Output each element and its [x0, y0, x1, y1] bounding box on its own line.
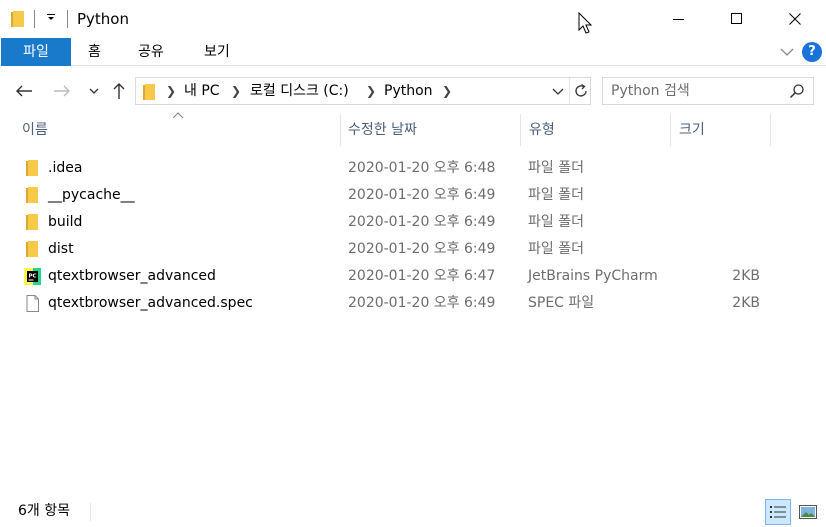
- status-bar: 6개 항목: [0, 497, 826, 527]
- breadcrumb-chevron-icon[interactable]: ❯: [166, 82, 176, 100]
- up-arrow-icon: [113, 83, 125, 99]
- window-title: Python: [77, 10, 129, 28]
- file-date: 2020-01-20 오후 6:49: [348, 214, 496, 230]
- file-row[interactable]: .idea 2020-01-20 오후 6:48 파일 폴더: [18, 155, 770, 182]
- folder-icon: [26, 214, 38, 230]
- status-separator: [90, 503, 91, 521]
- help-icon[interactable]: ?: [802, 42, 822, 62]
- titlebar-separator: [67, 10, 68, 28]
- tab-share[interactable]: 공유: [138, 38, 164, 66]
- title-bar[interactable]: Python: [0, 0, 826, 38]
- breadcrumb-chevron-icon[interactable]: ❯: [366, 82, 376, 100]
- search-icon[interactable]: [789, 83, 805, 99]
- file-date: 2020-01-20 오후 6:49: [348, 241, 496, 257]
- folder-icon: [26, 160, 38, 176]
- ribbon-expand-icon[interactable]: [779, 44, 795, 60]
- file-date: 2020-01-20 오후 6:49: [348, 295, 496, 311]
- maximize-button[interactable]: [708, 0, 766, 38]
- file-name: dist: [48, 241, 74, 257]
- minimize-button[interactable]: [650, 0, 708, 38]
- file-date: 2020-01-20 오후 6:48: [348, 160, 496, 176]
- back-button[interactable]: [14, 80, 34, 102]
- file-row[interactable]: __pycache__ 2020-01-20 오후 6:49 파일 폴더: [18, 182, 770, 209]
- file-name: build: [48, 214, 83, 230]
- address-separator: [569, 78, 570, 104]
- breadcrumb-chevron-icon[interactable]: ❯: [442, 82, 452, 100]
- maximize-icon: [731, 13, 742, 24]
- back-arrow-icon: [16, 85, 32, 97]
- tab-view[interactable]: 보기: [204, 38, 230, 66]
- file-name: qtextbrowser_advanced: [48, 268, 216, 284]
- close-button[interactable]: [766, 0, 824, 38]
- file-size: 2KB: [732, 295, 760, 311]
- sort-ascending-icon: [172, 112, 184, 119]
- file-type: 파일 폴더: [528, 187, 584, 203]
- large-icons-view-button[interactable]: [795, 499, 821, 525]
- file-date: 2020-01-20 오후 6:49: [348, 187, 496, 203]
- breadcrumb-local-disk[interactable]: 로컬 디스크 (C:): [250, 82, 349, 100]
- file-type: 파일 폴더: [528, 241, 584, 257]
- column-divider[interactable]: [770, 114, 771, 146]
- tab-home[interactable]: 홈: [88, 38, 101, 66]
- breadcrumb-this-pc[interactable]: 내 PC: [184, 82, 220, 100]
- breadcrumb-python[interactable]: Python: [384, 82, 433, 100]
- recent-locations-button[interactable]: [84, 80, 104, 102]
- details-view-button[interactable]: [765, 499, 791, 525]
- file-type: 파일 폴더: [528, 160, 584, 176]
- refresh-icon[interactable]: [572, 82, 590, 100]
- column-divider[interactable]: [340, 114, 341, 146]
- column-divider[interactable]: [520, 114, 521, 146]
- ribbon-tabs: 파일 홈 공유 보기 ?: [0, 38, 826, 66]
- file-row[interactable]: dist 2020-01-20 오후 6:49 파일 폴더: [18, 236, 770, 263]
- breadcrumb-chevron-icon[interactable]: ❯: [231, 82, 241, 100]
- file-icon: [26, 295, 39, 312]
- navigation-bar: ❯ 내 PC ❯ 로컬 디스크 (C:) ❯ Python ❯: [0, 68, 826, 114]
- folder-icon: [11, 11, 24, 27]
- svg-text:PC: PC: [29, 274, 37, 280]
- column-divider[interactable]: [670, 114, 671, 146]
- mouse-cursor-icon: [578, 12, 593, 34]
- address-bar[interactable]: ❯ 내 PC ❯ 로컬 디스크 (C:) ❯ Python ❯: [135, 77, 591, 105]
- file-name: __pycache__: [48, 187, 135, 203]
- column-header-name[interactable]: 이름: [22, 112, 48, 148]
- details-view-icon: [770, 506, 786, 518]
- pycharm-icon: PC: [24, 268, 41, 285]
- forward-arrow-icon: [54, 85, 70, 97]
- close-icon: [789, 13, 801, 25]
- file-type: JetBrains PyCharm: [528, 268, 658, 284]
- titlebar-separator: [34, 10, 35, 28]
- column-header-type[interactable]: 유형: [529, 112, 555, 148]
- item-count: 6개 항목: [18, 503, 70, 519]
- folder-icon: [26, 187, 38, 203]
- file-row[interactable]: PC qtextbrowser_advanced 2020-01-20 오후 6…: [18, 263, 770, 290]
- search-input[interactable]: [611, 82, 781, 100]
- up-button[interactable]: [109, 80, 129, 102]
- address-dropdown-icon[interactable]: [550, 83, 566, 99]
- file-name: qtextbrowser_advanced.spec: [48, 295, 253, 311]
- tab-file[interactable]: 파일: [1, 38, 71, 66]
- search-box[interactable]: [602, 77, 814, 105]
- file-row[interactable]: build 2020-01-20 오후 6:49 파일 폴더: [18, 209, 770, 236]
- file-type: SPEC 파일: [528, 295, 595, 311]
- file-type: 파일 폴더: [528, 214, 584, 230]
- chevron-down-icon: [89, 88, 99, 94]
- quick-access-dropdown-icon[interactable]: [44, 12, 58, 26]
- minimize-icon: [673, 19, 684, 20]
- file-name: .idea: [48, 160, 83, 176]
- file-date: 2020-01-20 오후 6:47: [348, 268, 496, 284]
- file-size: 2KB: [732, 268, 760, 284]
- column-header-size[interactable]: 크기: [679, 112, 705, 148]
- folder-icon: [143, 84, 155, 100]
- folder-icon: [26, 241, 38, 257]
- file-row[interactable]: qtextbrowser_advanced.spec 2020-01-20 오후…: [18, 290, 770, 317]
- forward-button[interactable]: [52, 80, 72, 102]
- large-icons-view-icon: [799, 505, 817, 519]
- column-header-date[interactable]: 수정한 날짜: [348, 112, 417, 148]
